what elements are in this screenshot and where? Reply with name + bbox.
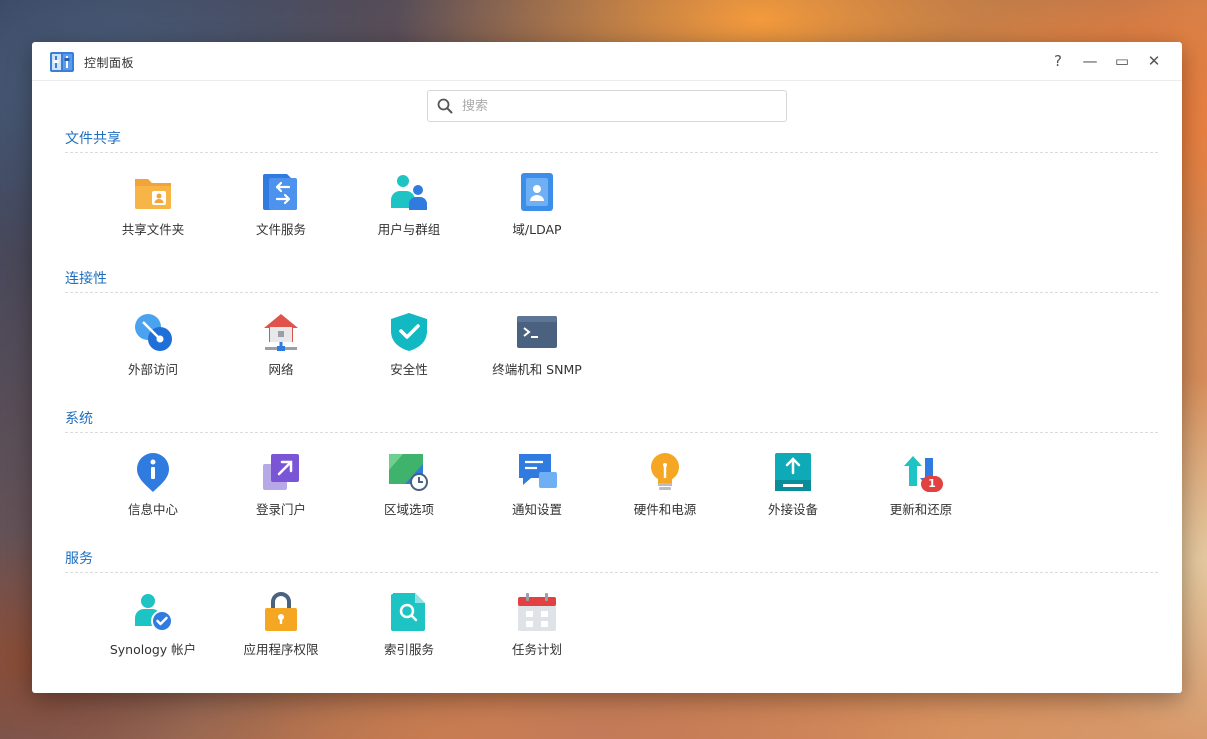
login-portal-icon	[263, 454, 299, 490]
item-label: Synology 帐户	[109, 642, 197, 657]
item-shared-folder[interactable]: 共享文件夹	[89, 172, 217, 250]
window-title: 控制面板	[84, 56, 135, 70]
close-button[interactable]: ✕	[1143, 50, 1165, 72]
item-network[interactable]: 网络	[217, 312, 345, 390]
control-panel-app-icon	[50, 52, 74, 72]
section-divider	[65, 432, 1158, 433]
item-label: 索引服务	[383, 642, 434, 657]
search-input[interactable]	[460, 95, 774, 117]
title-bar[interactable]: 控制面板 ? — ▭ ✕	[32, 42, 1182, 81]
item-label: 信息中心	[127, 502, 178, 517]
indexing-service-icon	[391, 593, 425, 631]
item-domain-ldap[interactable]: 域/LDAP	[473, 172, 601, 250]
item-label: 共享文件夹	[121, 222, 185, 237]
item-label: 任务计划	[511, 642, 562, 657]
item-label: 域/LDAP	[512, 222, 562, 237]
item-notification[interactable]: 通知设置	[473, 452, 601, 530]
update-badge-count: 1	[928, 477, 936, 490]
item-indexing-service[interactable]: 索引服务	[345, 592, 473, 670]
section-title: 服务	[65, 551, 93, 567]
item-login-portal[interactable]: 登录门户	[217, 452, 345, 530]
item-hardware-power[interactable]: 硬件和电源	[601, 452, 729, 530]
item-label: 文件服务	[255, 222, 306, 237]
help-button[interactable]: ?	[1047, 50, 1069, 72]
search-box[interactable]	[427, 90, 787, 122]
synology-account-icon	[135, 594, 173, 632]
app-privileges-icon	[265, 592, 297, 631]
item-terminal-snmp[interactable]: 终端机和 SNMP	[473, 312, 601, 390]
item-external-access[interactable]: 外部访问	[89, 312, 217, 390]
item-synology-account[interactable]: Synology 帐户	[89, 592, 217, 670]
section-divider	[65, 292, 1158, 293]
item-file-services[interactable]: 文件服务	[217, 172, 345, 250]
item-update-restore[interactable]: 1 更新和还原	[857, 452, 985, 530]
section-divider	[65, 572, 1158, 573]
item-label: 终端机和 SNMP	[492, 362, 582, 377]
item-label: 通知设置	[511, 502, 562, 517]
item-label: 区域选项	[383, 502, 434, 517]
users-groups-icon	[391, 175, 427, 210]
domain-ldap-icon	[521, 173, 553, 211]
item-info-center[interactable]: 信息中心	[89, 452, 217, 530]
hardware-power-icon	[651, 453, 679, 490]
security-shield-icon	[391, 313, 427, 351]
item-label: 外部访问	[127, 362, 178, 377]
notification-icon	[519, 454, 557, 488]
item-label: 硬件和电源	[633, 502, 697, 517]
item-label: 安全性	[390, 362, 428, 377]
section-title: 文件共享	[65, 131, 121, 147]
external-devices-icon	[775, 453, 811, 491]
maximize-button[interactable]: ▭	[1111, 50, 1133, 72]
info-center-icon	[137, 453, 169, 492]
shared-folder-icon	[135, 179, 171, 209]
task-scheduler-icon	[518, 593, 556, 631]
minimize-button[interactable]: —	[1079, 50, 1101, 72]
control-panel-window: 控制面板 ? — ▭ ✕ 文件共享 共享文件夹	[32, 42, 1182, 693]
section-title: 系统	[65, 411, 93, 427]
section-title: 连接性	[65, 271, 107, 287]
item-external-devices[interactable]: 外接设备	[729, 452, 857, 530]
item-label: 更新和还原	[889, 502, 953, 517]
regional-options-icon	[389, 454, 428, 491]
file-services-icon	[263, 174, 297, 210]
item-task-scheduler[interactable]: 任务计划	[473, 592, 601, 670]
network-icon	[264, 314, 298, 351]
terminal-icon	[517, 316, 557, 348]
item-users-groups[interactable]: 用户与群组	[345, 172, 473, 250]
search-icon	[437, 98, 453, 114]
update-badge: 1	[921, 476, 943, 492]
item-label: 外接设备	[767, 502, 818, 517]
item-label: 应用程序权限	[243, 642, 319, 657]
item-security[interactable]: 安全性	[345, 312, 473, 390]
external-access-icon	[135, 314, 172, 351]
item-label: 用户与群组	[377, 222, 441, 237]
item-app-privileges[interactable]: 应用程序权限	[217, 592, 345, 670]
item-label: 网络	[268, 362, 294, 377]
section-divider	[65, 152, 1158, 153]
item-regional-options[interactable]: 区域选项	[345, 452, 473, 530]
item-label: 登录门户	[255, 502, 306, 517]
